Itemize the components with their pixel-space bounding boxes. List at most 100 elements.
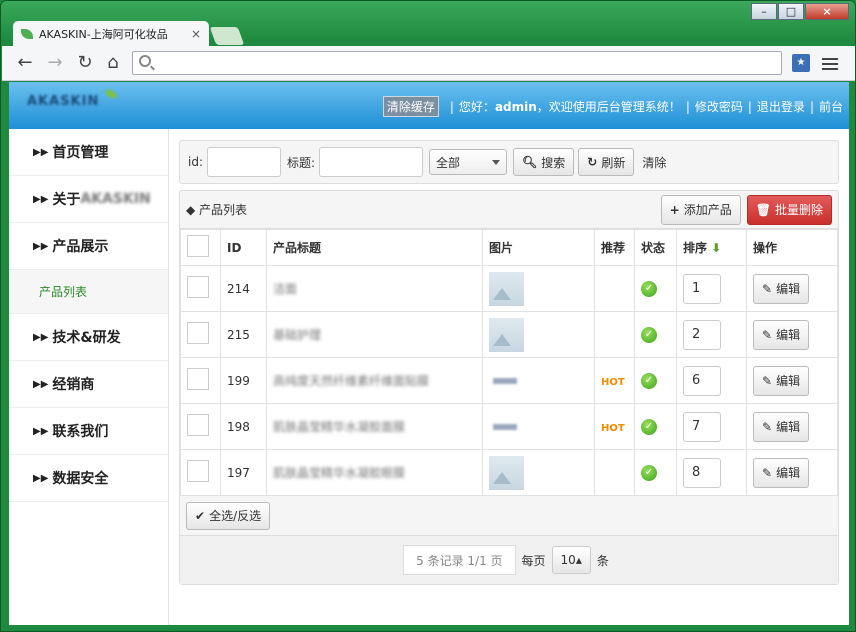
- product-thumbnail: [489, 317, 524, 352]
- check-circle-icon[interactable]: ✓: [641, 281, 657, 297]
- sidebar-item-security[interactable]: ▶▶ 数据安全: [9, 455, 168, 502]
- table-row: 197 肌肤晶莹精华水凝胶眼膜 ✓ 8 ✎ 编辑: [180, 449, 838, 496]
- new-tab-button[interactable]: [209, 27, 245, 45]
- double-arrow-icon: ▶▶: [33, 472, 49, 484]
- sort-input[interactable]: 2: [683, 319, 721, 350]
- frontend-link[interactable]: 前台: [819, 98, 843, 115]
- sort-input[interactable]: 8: [683, 457, 721, 488]
- maximize-button[interactable]: □: [778, 3, 804, 20]
- search-button[interactable]: 🔍︎ 搜索: [513, 148, 575, 176]
- id-input[interactable]: [207, 147, 281, 177]
- add-product-button[interactable]: + 添加产品: [660, 194, 741, 225]
- site-logo[interactable]: AKASKIN: [27, 90, 117, 112]
- row-checkbox[interactable]: [187, 276, 209, 298]
- change-password-link[interactable]: 修改密码: [695, 98, 743, 115]
- row-image: [482, 311, 595, 358]
- tab-close-icon[interactable]: ×: [191, 27, 201, 41]
- product-thumbnail: [489, 364, 524, 398]
- minimize-button[interactable]: –: [751, 3, 777, 20]
- sidebar-item-contact[interactable]: ▶▶ 联系我们: [9, 408, 168, 455]
- batch-delete-button[interactable]: 🗑︎ 批量删除: [746, 194, 832, 225]
- row-actions: ✎ 编辑: [746, 357, 838, 404]
- row-id: 197: [220, 449, 267, 496]
- refresh-button-label: 刷新: [601, 155, 626, 170]
- sort-input[interactable]: 6: [683, 365, 721, 396]
- sidebar-item-products[interactable]: ▶▶ 产品展示: [9, 223, 168, 270]
- save-sort-icon[interactable]: ⬇: [711, 241, 721, 255]
- row-title[interactable]: 高纯度天然纤维素纤维面贴膜: [266, 357, 483, 404]
- row-title[interactable]: 肌肤晶莹精华水凝胶眼膜: [266, 449, 483, 496]
- double-arrow-icon: ▶▶: [33, 240, 49, 252]
- edit-label: 编辑: [776, 420, 801, 434]
- logout-link[interactable]: 退出登录: [757, 98, 805, 115]
- edit-button[interactable]: ✎ 编辑: [753, 457, 810, 488]
- col-id[interactable]: ID: [220, 229, 267, 266]
- home-icon[interactable]: ⌂: [102, 53, 124, 73]
- sidebar-item-about[interactable]: ▶▶ 关于 AKASKIN: [9, 176, 168, 223]
- header-checkbox[interactable]: [187, 235, 209, 257]
- back-arrow-icon[interactable]: ←: [14, 53, 36, 73]
- select-all-button[interactable]: ✔ 全选/反选: [186, 501, 271, 530]
- edit-button[interactable]: ✎ 编辑: [753, 365, 810, 396]
- check-circle-icon[interactable]: ✓: [641, 373, 657, 389]
- sort-input[interactable]: 1: [683, 273, 721, 304]
- edit-button[interactable]: ✎ 编辑: [753, 411, 810, 442]
- row-status[interactable]: ✓: [634, 265, 677, 312]
- check-circle-icon[interactable]: ✓: [641, 327, 657, 343]
- add-product-label: 添加产品: [683, 203, 732, 217]
- per-page-select[interactable]: 10 ▴: [551, 546, 591, 574]
- address-bar[interactable]: [132, 51, 782, 75]
- row-select-cell: [180, 265, 221, 312]
- sidebar-subitem-product-list[interactable]: 产品列表: [9, 270, 168, 314]
- sidebar-item-tech[interactable]: ▶▶ 技术&研发: [9, 314, 168, 361]
- refresh-button[interactable]: ↻ 刷新: [578, 148, 635, 176]
- row-title[interactable]: 肌肤晶莹精华水凝胶面膜: [266, 403, 483, 450]
- edit-label: 编辑: [776, 466, 801, 480]
- forward-arrow-icon[interactable]: →: [44, 53, 66, 73]
- row-recommend: [594, 449, 635, 496]
- row-title-text: 基础护理: [273, 328, 322, 342]
- panel-title: ◆ 产品列表: [186, 203, 248, 217]
- double-arrow-icon: ▶▶: [33, 425, 49, 437]
- browser-toolbar: ← → ↻ ⌂ ★: [2, 46, 855, 81]
- col-actions: 操作: [746, 229, 838, 266]
- table-row: 198 肌肤晶莹精华水凝胶面膜 HOT ✓ 7 ✎ 编辑: [180, 403, 838, 450]
- row-checkbox[interactable]: [187, 460, 209, 482]
- check-circle-icon[interactable]: ✓: [641, 465, 657, 481]
- sort-input[interactable]: 7: [683, 411, 721, 442]
- tab-title: AKASKIN-上海阿可化妆品: [39, 27, 168, 41]
- row-checkbox[interactable]: [187, 368, 209, 390]
- edit-icon: ✎: [762, 373, 773, 388]
- edit-button[interactable]: ✎ 编辑: [753, 273, 810, 304]
- close-window-button[interactable]: ×: [805, 3, 849, 20]
- clear-link[interactable]: 清除: [642, 154, 666, 171]
- reload-icon[interactable]: ↻: [74, 53, 96, 73]
- row-status[interactable]: ✓: [634, 311, 677, 358]
- select-value: 全部: [436, 155, 461, 170]
- sidebar-item-label: 经销商: [52, 377, 95, 393]
- sidebar-item-label: 联系我们: [52, 424, 109, 440]
- row-sort: 6: [676, 357, 747, 404]
- edit-button[interactable]: ✎ 编辑: [753, 319, 810, 350]
- edit-icon: ✎: [762, 465, 773, 480]
- check-circle-icon[interactable]: ✓: [641, 419, 657, 435]
- row-status[interactable]: ✓: [634, 449, 677, 496]
- title-input[interactable]: [319, 147, 424, 177]
- col-title: 产品标题: [266, 229, 483, 266]
- browser-tab[interactable]: AKASKIN-上海阿可化妆品 ×: [13, 21, 209, 46]
- row-status[interactable]: ✓: [634, 357, 677, 404]
- col-sort[interactable]: 排序 ⬇: [676, 229, 747, 266]
- clear-cache-button[interactable]: 清除缓存: [382, 96, 439, 117]
- row-status[interactable]: ✓: [634, 403, 677, 450]
- extension-icon[interactable]: ★: [792, 54, 810, 72]
- row-checkbox[interactable]: [187, 414, 209, 436]
- edit-icon: ✎: [762, 281, 773, 296]
- row-title[interactable]: 洁面: [266, 265, 483, 312]
- row-checkbox[interactable]: [187, 322, 209, 344]
- row-title[interactable]: 基础护理: [266, 311, 483, 358]
- status-select[interactable]: 全部: [429, 149, 508, 175]
- product-thumbnail: [489, 271, 524, 306]
- browser-menu-icon[interactable]: [822, 55, 838, 73]
- sidebar-item-home[interactable]: ▶▶ 首页管理: [9, 129, 168, 176]
- sidebar-item-dealers[interactable]: ▶▶ 经销商: [9, 361, 168, 408]
